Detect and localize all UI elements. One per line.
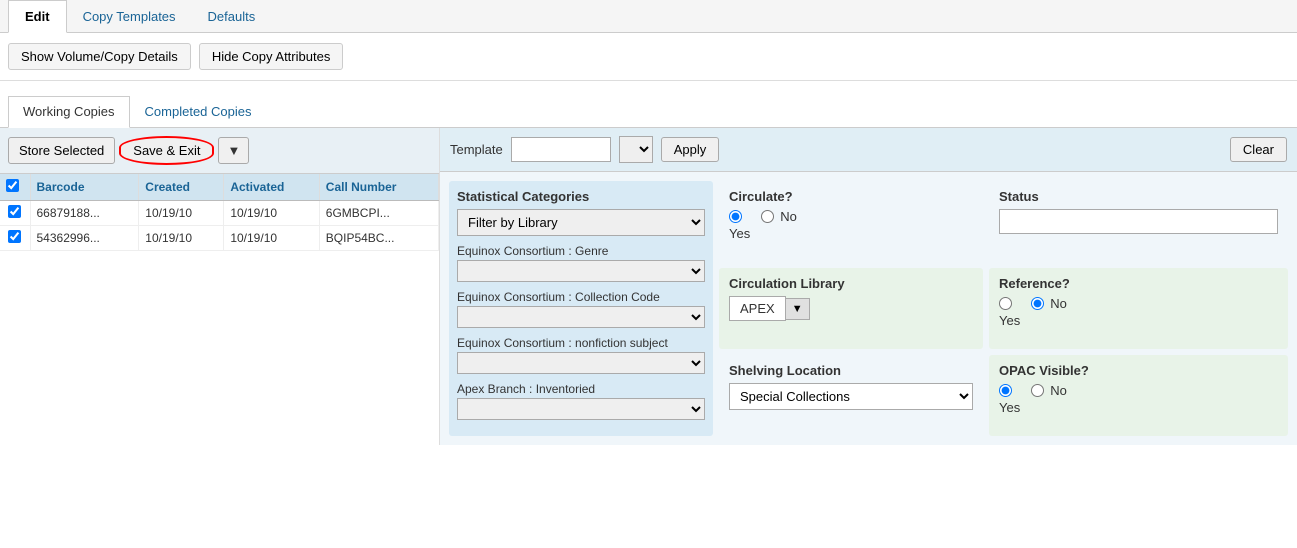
tab-completed-copies[interactable]: Completed Copies xyxy=(130,96,267,127)
stat-cat-section: Statistical Categories Filter by Library… xyxy=(449,181,713,436)
main-area: Store Selected Save & Exit ▼ Barcode Cre… xyxy=(0,128,1297,445)
template-input[interactable] xyxy=(511,137,611,162)
reference-section: Reference? No Yes xyxy=(989,268,1288,349)
form-area: Circulate? No Yes Status xyxy=(440,172,1297,445)
ref-spacer xyxy=(1018,296,1025,311)
left-panel: Store Selected Save & Exit ▼ Barcode Cre… xyxy=(0,128,440,445)
circulate-label: Circulate? xyxy=(729,189,973,204)
col-check xyxy=(0,174,30,201)
circ-lib-value: APEX xyxy=(729,296,786,321)
content-tab-bar: Working Copies Completed Copies xyxy=(0,86,1297,128)
stat-cat-label: Statistical Categories xyxy=(457,189,705,204)
circulate-no-label: No xyxy=(780,209,797,224)
circulate-yes-radio[interactable] xyxy=(729,210,742,223)
tab-copy-templates[interactable]: Copy Templates xyxy=(67,0,192,32)
shelving-label: Shelving Location xyxy=(729,363,973,378)
col-call-number: Call Number xyxy=(319,174,438,201)
opac-no-radio[interactable] xyxy=(1031,384,1044,397)
circulate-section: Circulate? No Yes xyxy=(719,181,983,262)
save-exit-button[interactable]: Save & Exit xyxy=(119,136,214,165)
main-toolbar: Show Volume/Copy Details Hide Copy Attri… xyxy=(0,33,1297,81)
status-select[interactable] xyxy=(999,209,1278,234)
circ-lib-label: Circulation Library xyxy=(729,276,973,291)
tab-edit[interactable]: Edit xyxy=(8,0,67,33)
circ-lib-control: APEX ▼ xyxy=(729,296,973,321)
circulate-no-radio[interactable] xyxy=(761,210,774,223)
stat-item-1: Equinox Consortium : Genre xyxy=(457,244,705,282)
row-checkbox-2[interactable] xyxy=(8,230,21,243)
opac-spacer xyxy=(1018,383,1025,398)
tab-defaults[interactable]: Defaults xyxy=(192,0,272,32)
circulate-yes-label: Yes xyxy=(729,226,973,241)
store-selected-button[interactable]: Store Selected xyxy=(8,137,115,164)
template-label: Template xyxy=(450,142,503,157)
opac-yes-label: Yes xyxy=(999,400,1278,415)
clear-button[interactable]: Clear xyxy=(1230,137,1287,162)
stat-item-2: Equinox Consortium : Collection Code xyxy=(457,290,705,328)
show-volume-button[interactable]: Show Volume/Copy Details xyxy=(8,43,191,70)
template-bar: Template Apply Clear xyxy=(440,128,1297,172)
action-dropdown[interactable]: ▼ xyxy=(218,137,249,164)
stat-item-3-label: Equinox Consortium : nonfiction subject xyxy=(457,336,705,350)
stat-item-4-select[interactable] xyxy=(457,398,705,420)
template-select[interactable] xyxy=(619,136,653,163)
shelving-section: Shelving Location Special Collections xyxy=(719,355,983,436)
stat-item-2-label: Equinox Consortium : Collection Code xyxy=(457,290,705,304)
status-section: Status xyxy=(989,181,1288,262)
created-cell-1: 10/19/10 xyxy=(139,201,224,226)
stat-items: Equinox Consortium : Genre Equinox Conso… xyxy=(457,244,705,420)
circulate-yes-group: No xyxy=(729,209,973,224)
col-activated: Activated xyxy=(224,174,319,201)
select-all-checkbox[interactable] xyxy=(6,179,19,192)
table-row: 66879188... 10/19/10 10/19/10 6GMBCPI... xyxy=(0,201,439,226)
action-bar: Store Selected Save & Exit ▼ xyxy=(0,128,439,174)
reference-yes-label: Yes xyxy=(999,313,1278,328)
filter-by-library-select[interactable]: Filter by Library xyxy=(457,209,705,236)
circ-lib-dropdown-btn[interactable]: ▼ xyxy=(786,298,810,320)
callnumber-cell-1: 6GMBCPI... xyxy=(319,201,438,226)
right-panel: Template Apply Clear Circulate? No Yes xyxy=(440,128,1297,445)
status-select-wrapper xyxy=(999,209,1278,234)
col-barcode: Barcode xyxy=(30,174,139,201)
reference-no-label: No xyxy=(1050,296,1067,311)
status-label: Status xyxy=(999,189,1278,204)
top-tab-bar: Edit Copy Templates Defaults xyxy=(0,0,1297,33)
opac-section: OPAC Visible? No Yes xyxy=(989,355,1288,436)
reference-radio-group: No xyxy=(999,296,1278,311)
callnumber-cell-2: BQIP54BC... xyxy=(319,226,438,251)
apply-button[interactable]: Apply xyxy=(661,137,720,162)
col-created: Created xyxy=(139,174,224,201)
reference-label: Reference? xyxy=(999,276,1278,291)
opac-yes-radio[interactable] xyxy=(999,384,1012,397)
table-row: 54362996... 10/19/10 10/19/10 BQIP54BC..… xyxy=(0,226,439,251)
stat-item-3: Equinox Consortium : nonfiction subject xyxy=(457,336,705,374)
opac-radio-group: No xyxy=(999,383,1278,398)
circ-lib-section: Circulation Library APEX ▼ xyxy=(719,268,983,349)
row-checkbox-1[interactable] xyxy=(8,205,21,218)
tab-working-copies[interactable]: Working Copies xyxy=(8,96,130,128)
copies-table: Barcode Created Activated Call Number 66… xyxy=(0,174,439,251)
activated-cell-2: 10/19/10 xyxy=(224,226,319,251)
reference-no-radio[interactable] xyxy=(1031,297,1044,310)
stat-item-2-select[interactable] xyxy=(457,306,705,328)
stat-item-3-select[interactable] xyxy=(457,352,705,374)
activated-cell-1: 10/19/10 xyxy=(224,201,319,226)
barcode-cell-1: 66879188... xyxy=(30,201,139,226)
reference-yes-radio[interactable] xyxy=(999,297,1012,310)
stat-item-1-select[interactable] xyxy=(457,260,705,282)
shelving-select[interactable]: Special Collections xyxy=(729,383,973,410)
opac-no-label: No xyxy=(1050,383,1067,398)
stat-item-4: Apex Branch : Inventoried xyxy=(457,382,705,420)
opac-label: OPAC Visible? xyxy=(999,363,1278,378)
stat-item-1-label: Equinox Consortium : Genre xyxy=(457,244,705,258)
stat-item-4-label: Apex Branch : Inventoried xyxy=(457,382,705,396)
barcode-cell-2: 54362996... xyxy=(30,226,139,251)
hide-copy-button[interactable]: Hide Copy Attributes xyxy=(199,43,344,70)
created-cell-2: 10/19/10 xyxy=(139,226,224,251)
circulate-no-radio-label xyxy=(748,209,755,224)
